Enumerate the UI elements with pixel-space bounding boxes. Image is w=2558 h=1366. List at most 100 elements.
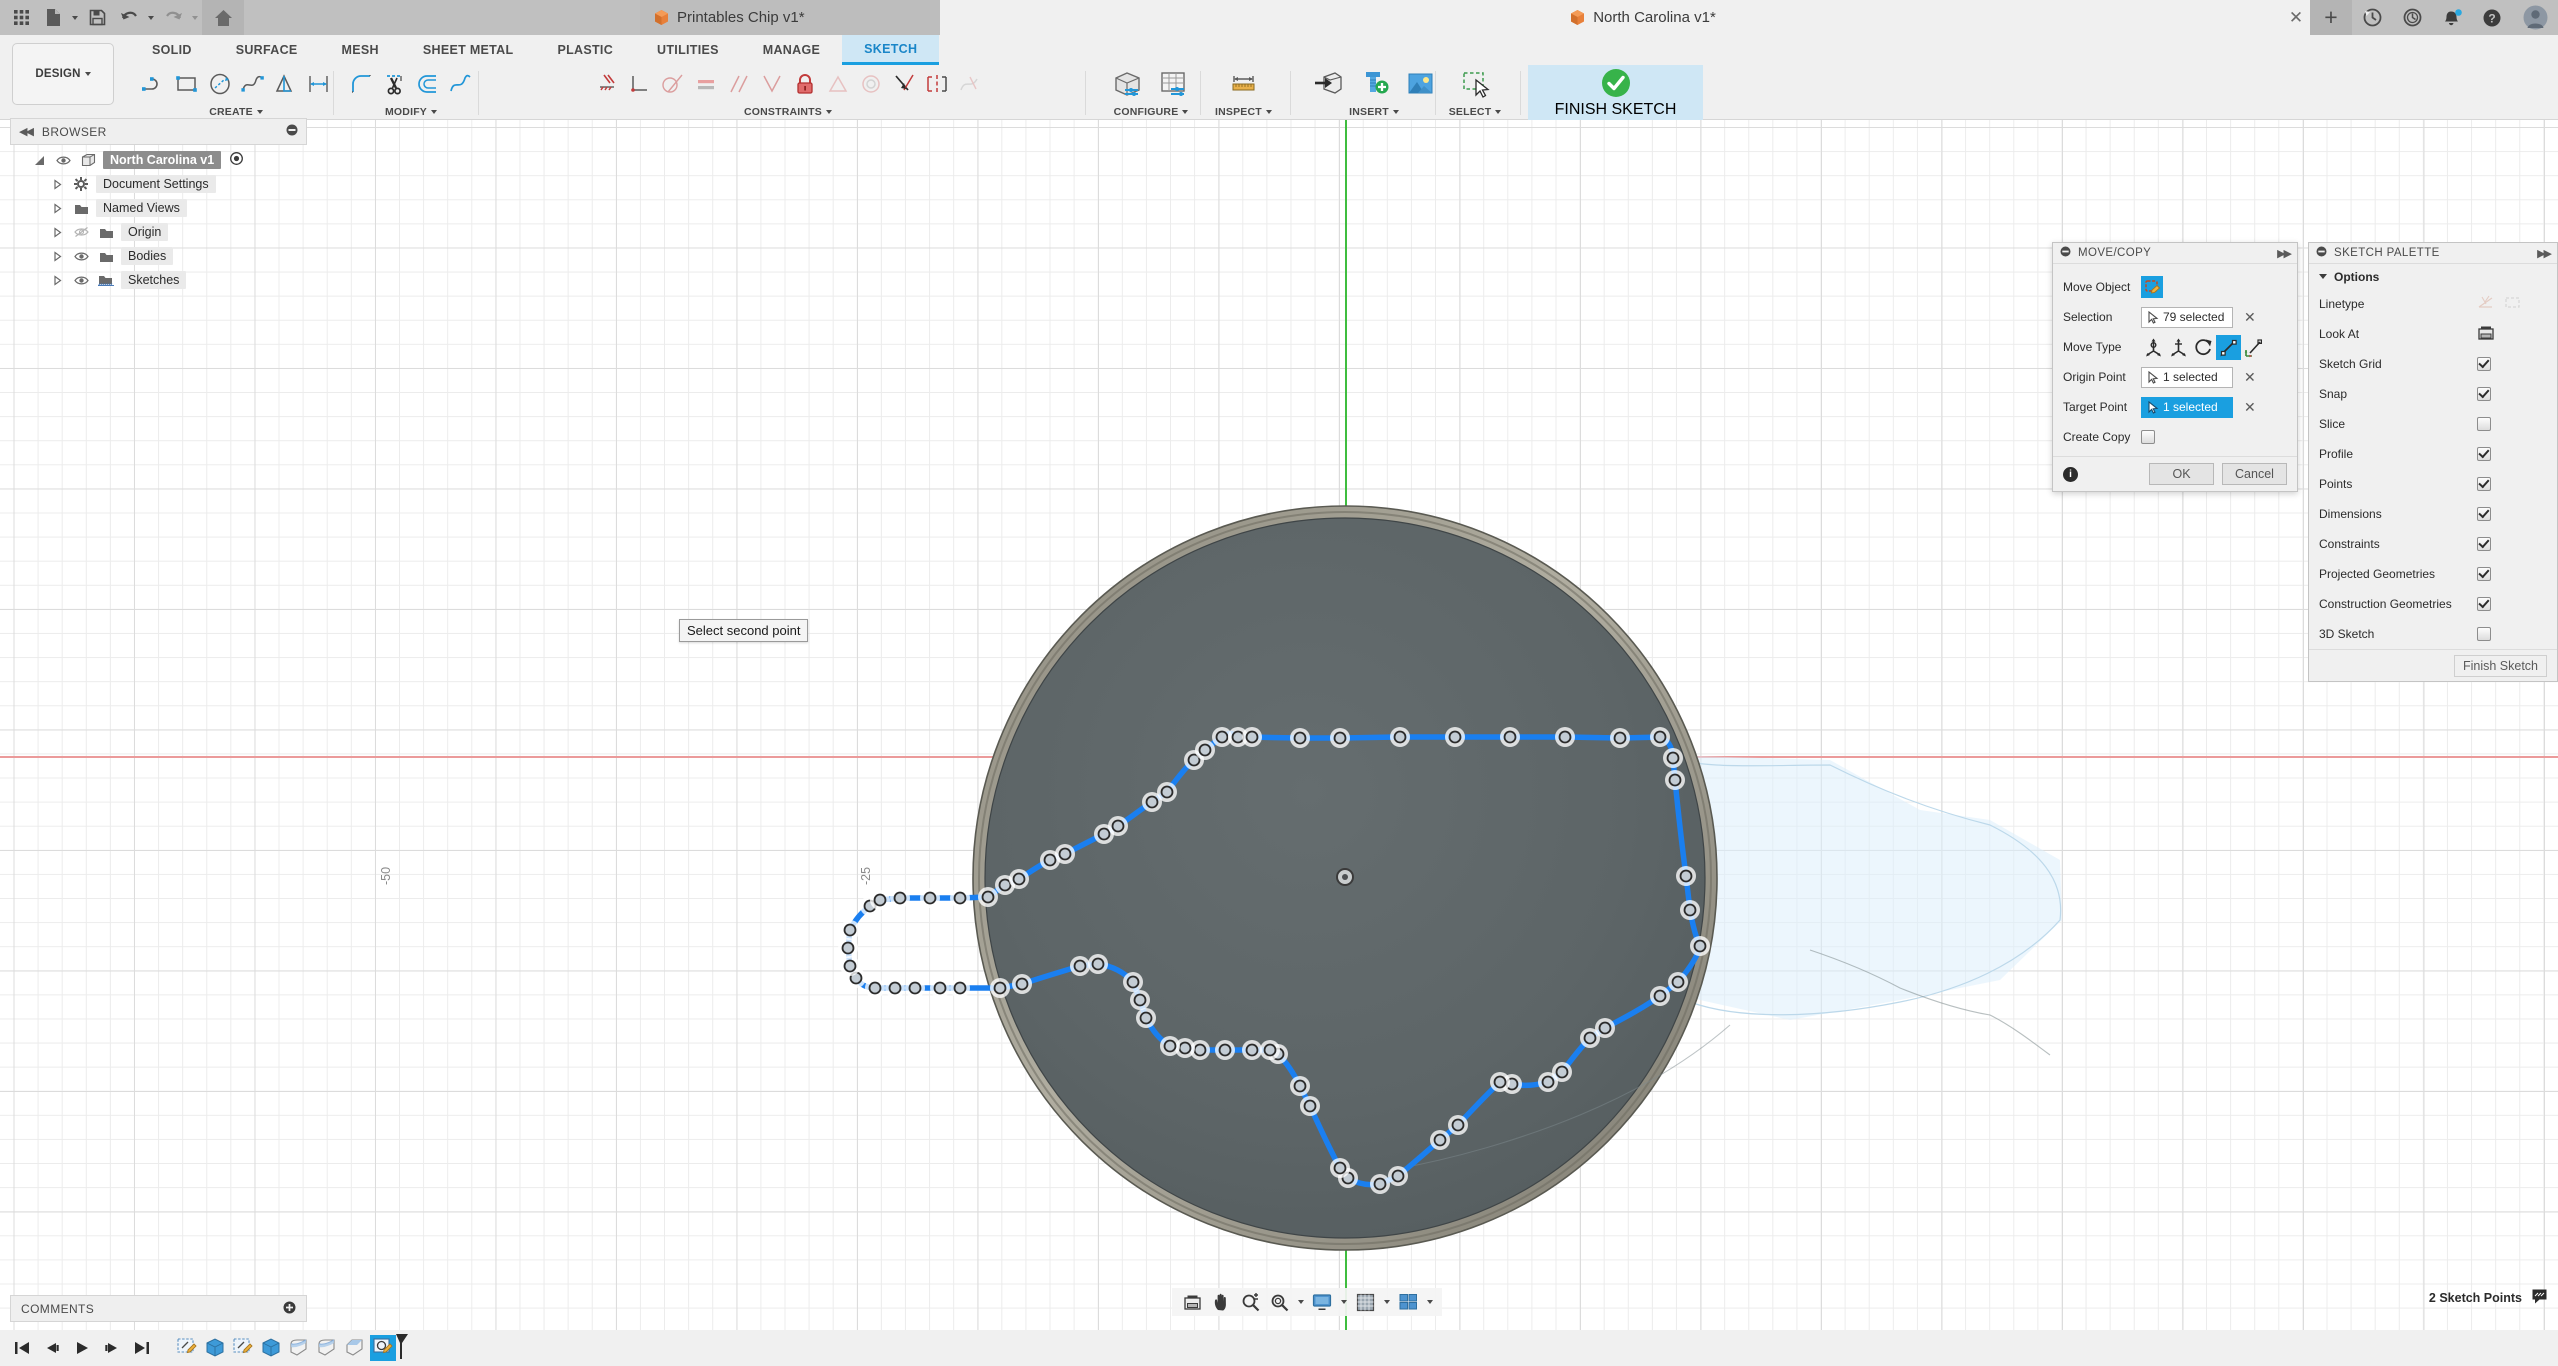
new-tab-icon[interactable]: + bbox=[2310, 0, 2352, 35]
circle-tool-icon[interactable] bbox=[204, 67, 235, 101]
translate-icon[interactable] bbox=[2166, 335, 2191, 360]
timeline-marker[interactable] bbox=[394, 1332, 410, 1365]
tangent-constraint-icon[interactable] bbox=[657, 67, 688, 101]
tree-label-document-settings[interactable]: Document Settings bbox=[96, 175, 216, 193]
expand-twisty-icon[interactable] bbox=[48, 268, 66, 292]
sketch-point[interactable] bbox=[1333, 1161, 1347, 1175]
coincident-constraint-icon[interactable] bbox=[624, 67, 655, 101]
sketch-point[interactable] bbox=[1653, 730, 1667, 744]
sketch-point[interactable] bbox=[1373, 1177, 1387, 1191]
grid-snaps-caret[interactable] bbox=[1381, 1289, 1392, 1315]
timeline-feature-fillet[interactable] bbox=[286, 1335, 312, 1361]
go-to-end-icon[interactable] bbox=[128, 1334, 156, 1362]
sketch-point[interactable] bbox=[1693, 939, 1707, 953]
sketch-point[interactable] bbox=[1043, 853, 1057, 867]
sketch-point[interactable] bbox=[888, 981, 902, 995]
fix-constraint-icon[interactable] bbox=[591, 67, 622, 101]
help-icon[interactable]: ? bbox=[2472, 0, 2512, 35]
sketch-point[interactable] bbox=[1160, 785, 1174, 799]
new-file-dropdown-caret[interactable] bbox=[70, 3, 80, 33]
normal-linetype-icon[interactable] bbox=[2477, 295, 2494, 313]
offset-tool-icon[interactable] bbox=[412, 67, 443, 101]
dimension-tool-icon[interactable] bbox=[303, 67, 334, 101]
sketch-grid-checkbox[interactable] bbox=[2477, 357, 2491, 371]
timeline-feature-sketch[interactable] bbox=[174, 1335, 200, 1361]
zoom-icon[interactable] bbox=[1237, 1289, 1263, 1315]
curvature-constraint-icon[interactable] bbox=[954, 67, 985, 101]
expand-twisty-icon[interactable] bbox=[30, 148, 48, 172]
notifications-icon[interactable] bbox=[2432, 0, 2472, 35]
look-at-icon[interactable] bbox=[2477, 325, 2495, 344]
palette-dock-right-icon[interactable]: ▶▶ bbox=[2537, 247, 2552, 260]
orbit-look-at-icon[interactable] bbox=[1179, 1289, 1205, 1315]
recent-icon[interactable] bbox=[2352, 0, 2392, 35]
undo-dropdown-caret[interactable] bbox=[146, 3, 156, 33]
sketch-point[interactable] bbox=[1198, 743, 1212, 757]
timeline-feature-chamfer[interactable] bbox=[342, 1335, 368, 1361]
tab-solid[interactable]: SOLID bbox=[130, 35, 214, 65]
browser-collapse-left-icon[interactable]: ◀◀ bbox=[19, 125, 34, 138]
clear-origin-point-icon[interactable]: ✕ bbox=[2244, 370, 2256, 384]
tab-sketch[interactable]: SKETCH bbox=[842, 35, 940, 65]
tree-row-origin[interactable]: Origin bbox=[10, 220, 307, 244]
sketch-point[interactable] bbox=[1193, 1043, 1207, 1057]
sketch-point[interactable] bbox=[1245, 1043, 1259, 1057]
tree-row-named-views[interactable]: Named Views bbox=[10, 196, 307, 220]
grid-snaps-icon[interactable] bbox=[1352, 1289, 1378, 1315]
move-copy-dialog[interactable]: MOVE/COPY ▶▶ Move Object Selection 79 se… bbox=[2052, 242, 2298, 492]
tab-sheet-metal[interactable]: SHEET METAL bbox=[401, 35, 536, 65]
activate-component-icon[interactable] bbox=[230, 152, 244, 168]
sketch-point[interactable] bbox=[1091, 957, 1105, 971]
rectangle-tool-icon[interactable] bbox=[171, 67, 202, 101]
construction-linetype-icon[interactable] bbox=[2504, 295, 2521, 313]
tree-row-document-settings[interactable]: Document Settings bbox=[10, 172, 307, 196]
target-point-field[interactable]: 1 selected bbox=[2141, 396, 2233, 418]
document-tab-printables-chip[interactable]: Printables Chip v1* bbox=[640, 0, 940, 35]
projected-geometries-checkbox[interactable] bbox=[2477, 567, 2491, 581]
point-to-point-icon[interactable] bbox=[2216, 334, 2241, 360]
expand-twisty-icon[interactable] bbox=[48, 196, 66, 220]
pan-icon[interactable] bbox=[1208, 1289, 1234, 1315]
workspace-selector[interactable]: DESIGN bbox=[12, 43, 114, 105]
sketch-point[interactable] bbox=[1448, 730, 1462, 744]
move-copy-dialog-header[interactable]: MOVE/COPY ▶▶ bbox=[2053, 243, 2297, 264]
parallel-constraint-icon[interactable] bbox=[723, 67, 754, 101]
palette-collapse-icon[interactable] bbox=[2316, 246, 2327, 260]
snap-checkbox[interactable] bbox=[2477, 387, 2491, 401]
document-tab-north-carolina[interactable]: North Carolina v1* bbox=[940, 0, 2346, 35]
sketch-point[interactable] bbox=[1215, 730, 1229, 744]
line-tool-icon[interactable] bbox=[138, 67, 169, 101]
sketch-point[interactable] bbox=[868, 981, 882, 995]
new-file-icon[interactable] bbox=[38, 3, 68, 33]
sketch-point[interactable] bbox=[1555, 1065, 1569, 1079]
visibility-eye-hidden-icon[interactable] bbox=[71, 220, 91, 244]
viewports-caret[interactable] bbox=[1424, 1289, 1435, 1315]
timeline-feature-extrude[interactable] bbox=[202, 1335, 228, 1361]
construction-geometries-checkbox[interactable] bbox=[2477, 597, 2491, 611]
sketch-point[interactable] bbox=[1218, 1043, 1232, 1057]
free-move-icon[interactable] bbox=[2141, 335, 2166, 360]
sketch-point[interactable] bbox=[1391, 1169, 1405, 1183]
measure-tool-icon[interactable] bbox=[1221, 65, 1265, 103]
cancel-button[interactable]: Cancel bbox=[2222, 463, 2287, 485]
expand-twisty-icon[interactable] bbox=[48, 244, 66, 268]
sketch-point[interactable] bbox=[1671, 975, 1685, 989]
sketch-palette[interactable]: SKETCH PALETTE ▶▶ Options Linetype Look … bbox=[2308, 242, 2558, 682]
options-section-header[interactable]: Options bbox=[2309, 264, 2557, 289]
dialog-dock-right-icon[interactable]: ▶▶ bbox=[2277, 247, 2292, 260]
fillet-tool-icon[interactable] bbox=[346, 67, 377, 101]
close-tab-icon[interactable]: ✕ bbox=[2282, 0, 2310, 35]
undo-icon[interactable] bbox=[114, 3, 144, 33]
sketch-point[interactable] bbox=[1015, 977, 1029, 991]
browser-header[interactable]: ◀◀ BROWSER bbox=[10, 118, 307, 145]
sketch-point[interactable] bbox=[1666, 751, 1680, 765]
tree-label-sketches[interactable]: Sketches bbox=[121, 271, 187, 289]
tree-row-bodies[interactable]: Bodies bbox=[10, 244, 307, 268]
home-icon[interactable] bbox=[202, 0, 244, 35]
create-copy-checkbox[interactable] bbox=[2141, 430, 2155, 444]
sketch-point[interactable] bbox=[1111, 819, 1125, 833]
step-forward-icon[interactable] bbox=[98, 1334, 126, 1362]
fit-icon[interactable] bbox=[1266, 1289, 1292, 1315]
slice-checkbox[interactable] bbox=[2477, 417, 2491, 431]
sketch-point[interactable] bbox=[1679, 869, 1693, 883]
